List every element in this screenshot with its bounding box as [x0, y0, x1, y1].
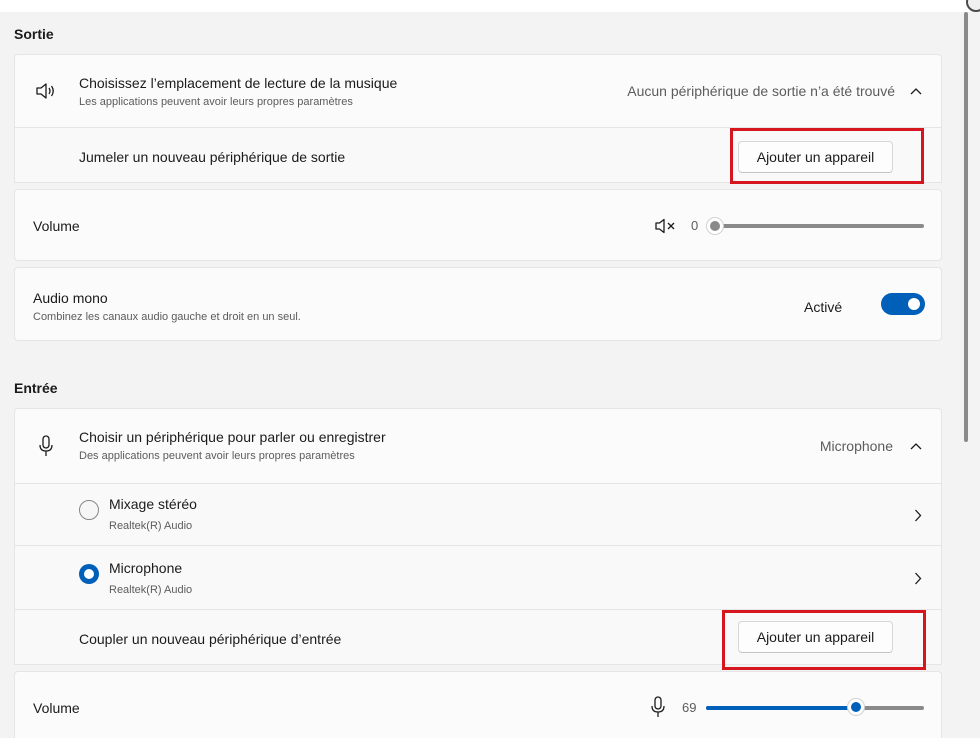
output-location-description: Les applications peuvent avoir leurs pro…: [79, 96, 353, 108]
output-location-title: Choisissez l’emplacement de lecture de l…: [79, 75, 398, 91]
chevron-right-icon[interactable]: [913, 508, 923, 522]
chevron-right-icon[interactable]: [913, 571, 923, 585]
top-strip: [0, 0, 980, 12]
highlight-box: [722, 610, 926, 670]
scrollbar[interactable]: [964, 12, 968, 442]
mono-audio-toggle[interactable]: [881, 293, 925, 315]
input-device-title: Choisir un périphérique pour parler ou e…: [79, 429, 386, 445]
input-device-description: Des applications peuvent avoir leurs pro…: [79, 450, 355, 462]
mono-audio-title: Audio mono: [33, 290, 108, 306]
radio-selected[interactable]: [79, 564, 99, 584]
section-title-input: Entrée: [14, 380, 58, 396]
speaker-muted-icon[interactable]: [654, 217, 678, 235]
input-device-driver: Realtek(R) Audio: [109, 584, 193, 596]
input-device-item[interactable]: Microphone Realtek(R) Audio: [14, 545, 942, 610]
input-device-value: Microphone: [819, 438, 893, 454]
microphone-icon[interactable]: [650, 695, 666, 719]
input-volume-thumb[interactable]: [847, 698, 865, 716]
output-location-row[interactable]: Choisissez l’emplacement de lecture de l…: [14, 54, 942, 128]
input-device-name: Microphone: [109, 560, 183, 576]
input-volume-row: Volume: [14, 671, 942, 738]
speaker-icon: [35, 81, 57, 101]
input-device-name: Mixage stéréo: [109, 496, 197, 512]
input-device-row[interactable]: Choisir un périphérique pour parler ou e…: [14, 408, 942, 484]
output-volume-thumb[interactable]: [706, 217, 724, 235]
input-volume-value: 69: [682, 700, 697, 715]
input-device-driver: Realtek(R) Audio: [109, 520, 193, 532]
radio-unselected[interactable]: [79, 500, 99, 520]
output-volume-value: 0: [691, 218, 699, 233]
toggle-knob: [908, 298, 920, 310]
chevron-up-icon[interactable]: [909, 439, 923, 453]
highlight-box: [730, 128, 924, 184]
output-volume-label: Volume: [33, 218, 80, 234]
section-title-output: Sortie: [14, 26, 54, 42]
output-pair-label: Jumeler un nouveau périphérique de sorti…: [79, 149, 346, 165]
microphone-icon: [37, 434, 55, 458]
chevron-up-icon[interactable]: [909, 84, 923, 98]
mono-audio-state: Activé: [804, 299, 843, 315]
mono-audio-description: Combinez les canaux audio gauche et droi…: [33, 311, 301, 323]
input-volume-fill: [706, 706, 856, 710]
output-location-value: Aucun périphérique de sortie n’a été tro…: [627, 83, 895, 99]
mono-audio-row: Audio mono Combinez les canaux audio gau…: [14, 267, 942, 341]
input-volume-label: Volume: [33, 700, 80, 716]
input-pair-label: Coupler un nouveau périphérique d’entrée: [79, 631, 342, 647]
input-device-item[interactable]: Mixage stéréo Realtek(R) Audio: [14, 483, 942, 546]
output-volume-track[interactable]: [710, 224, 924, 228]
